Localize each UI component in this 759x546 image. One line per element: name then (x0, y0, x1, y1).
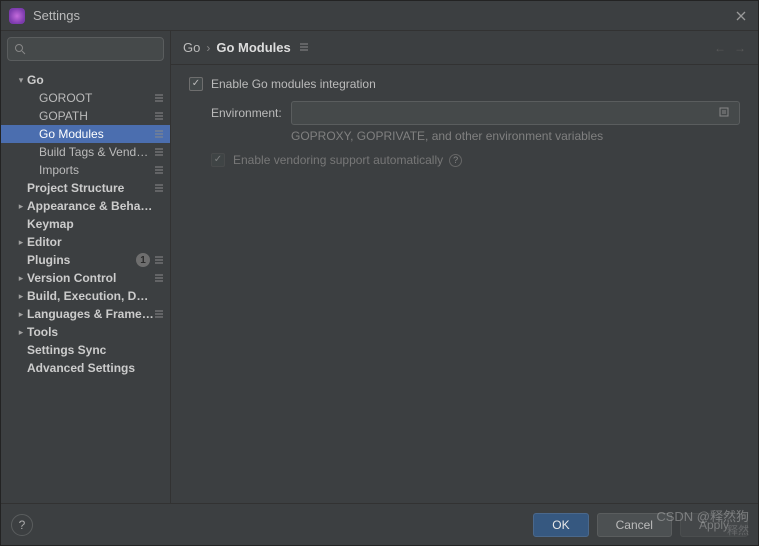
project-tag-icon (154, 147, 164, 157)
tree-node-label: Appearance & Behavior (27, 199, 154, 213)
tree-node-tools[interactable]: ▸Tools (1, 323, 170, 341)
tree-node-label: Editor (27, 235, 154, 249)
search-icon (14, 43, 26, 55)
project-tag-icon (154, 309, 164, 319)
settings-tree: ▾Go GOROOT GOPATH Go Modules Build Tags & Ve… (1, 67, 170, 503)
nav-buttons: ← → (714, 41, 746, 55)
tree-node-appearance-behavior[interactable]: ▸Appearance & Behavior (1, 197, 170, 215)
breadcrumb-current: Go Modules (216, 40, 290, 55)
chevron-right-icon: ▸ (15, 201, 27, 212)
tree-node-editor[interactable]: ▸Editor (1, 233, 170, 251)
content-area: Go › Go Modules ← → Enable Go modules in… (171, 31, 758, 503)
environment-row: Environment: (211, 101, 740, 125)
enable-go-modules-label: Enable Go modules integration (211, 77, 376, 91)
tree-node-project-structure[interactable]: Project Structure (1, 179, 170, 197)
tree-node-build-execution-deployment[interactable]: ▸Build, Execution, Deployment (1, 287, 170, 305)
tree-node-label: Go (27, 73, 154, 87)
chevron-right-icon: ▸ (15, 327, 27, 338)
vendoring-checkbox (211, 153, 225, 167)
tree-node-label: Languages & Frameworks (27, 307, 154, 321)
project-tag-icon (299, 41, 309, 55)
tree-node-imports[interactable]: Imports (1, 161, 170, 179)
update-badge: 1 (136, 253, 150, 267)
tree-node-label: GOROOT (39, 91, 154, 105)
project-tag-icon (154, 255, 164, 265)
tree-node-label: Advanced Settings (27, 361, 154, 375)
search-input[interactable] (30, 42, 185, 56)
tree-node-label: Build Tags & Vendoring (39, 145, 154, 159)
tree-node-label: Plugins (27, 253, 136, 267)
project-tag-icon (154, 93, 164, 103)
enable-row: Enable Go modules integration (189, 77, 740, 91)
tree-node-label: Keymap (27, 217, 154, 231)
tree-node-label: Tools (27, 325, 154, 339)
tree-node-go[interactable]: ▾Go (1, 71, 170, 89)
vendoring-help-icon[interactable]: ? (449, 154, 462, 167)
breadcrumb-sep: › (206, 41, 210, 55)
nav-back-button[interactable]: ← (714, 41, 726, 55)
project-tag-icon (154, 129, 164, 139)
tree-node-label: Imports (39, 163, 154, 177)
tree-node-label: Project Structure (27, 181, 154, 195)
sidebar: ▾Go GOROOT GOPATH Go Modules Build Tags & Ve… (1, 31, 171, 503)
tree-node-languages-frameworks[interactable]: ▸Languages & Frameworks (1, 305, 170, 323)
environment-hint: GOPROXY, GOPRIVATE, and other environmen… (291, 129, 740, 143)
titlebar: Settings (1, 1, 758, 31)
tree-node-gopath[interactable]: GOPATH (1, 107, 170, 125)
chevron-right-icon: ▸ (15, 273, 27, 284)
breadcrumb-root[interactable]: Go (183, 40, 200, 55)
vendoring-row: Enable vendoring support automatically ? (211, 153, 740, 167)
search-box[interactable] (7, 37, 164, 61)
window-title: Settings (33, 8, 80, 23)
chevron-right-icon: ▸ (15, 291, 27, 302)
breadcrumb-bar: Go › Go Modules ← → (171, 31, 758, 65)
enable-go-modules-checkbox[interactable] (189, 77, 203, 91)
expand-icon (719, 107, 729, 117)
tree-node-label: Go Modules (39, 127, 154, 141)
tree-node-label: Build, Execution, Deployment (27, 289, 154, 303)
tree-node-build-tags-vendoring[interactable]: Build Tags & Vendoring (1, 143, 170, 161)
chevron-down-icon: ▾ (15, 75, 27, 86)
tree-node-advanced-settings[interactable]: Advanced Settings (1, 359, 170, 377)
ok-button[interactable]: OK (533, 513, 588, 537)
vendoring-label: Enable vendoring support automatically (233, 153, 443, 167)
expand-env-button[interactable] (715, 106, 733, 120)
environment-field-wrap (291, 101, 740, 125)
environment-label: Environment: (211, 106, 291, 120)
apply-button: Apply (680, 513, 748, 537)
project-tag-icon (154, 111, 164, 121)
go-modules-panel: Enable Go modules integration Environmen… (171, 65, 758, 503)
nav-forward-button[interactable]: → (734, 41, 746, 55)
tree-node-label: Settings Sync (27, 343, 154, 357)
app-logo-icon (9, 8, 25, 24)
project-tag-icon (154, 165, 164, 175)
environment-input[interactable] (298, 106, 715, 120)
dialog-footer: ? OK Cancel Apply (1, 503, 758, 545)
cancel-button[interactable]: Cancel (597, 513, 672, 537)
tree-node-version-control[interactable]: ▸Version Control (1, 269, 170, 287)
tree-node-goroot[interactable]: GOROOT (1, 89, 170, 107)
tree-node-go-modules[interactable]: Go Modules (1, 125, 170, 143)
chevron-right-icon: ▸ (15, 237, 27, 248)
close-icon (736, 11, 746, 21)
tree-node-label: GOPATH (39, 109, 154, 123)
tree-node-settings-sync[interactable]: Settings Sync (1, 341, 170, 359)
search-wrap (1, 31, 170, 67)
close-button[interactable] (732, 7, 750, 25)
chevron-right-icon: ▸ (15, 309, 27, 320)
help-button[interactable]: ? (11, 514, 33, 536)
project-tag-icon (154, 183, 164, 193)
tree-node-plugins[interactable]: Plugins1 (1, 251, 170, 269)
dialog-body: ▾GoGOROOTGOPATHGo ModulesBuild Tags & Ve… (1, 31, 758, 503)
tree-node-keymap[interactable]: Keymap (1, 215, 170, 233)
tree-node-label: Version Control (27, 271, 154, 285)
project-tag-icon (154, 273, 164, 283)
settings-window: Settings ▾GoGOROOTGOPATHGo ModulesBuild … (0, 0, 759, 546)
